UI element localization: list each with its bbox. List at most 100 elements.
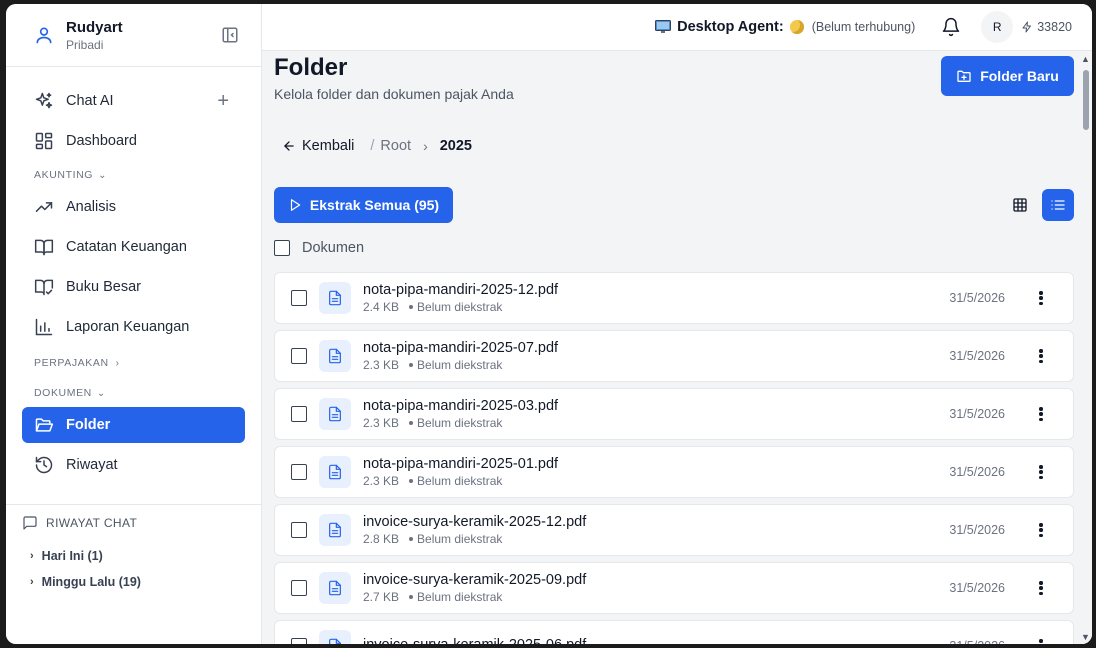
- chevron-right-icon: ›: [423, 138, 428, 154]
- sidebar-item-dashboard[interactable]: Dashboard: [22, 123, 245, 159]
- sidebar-nav: Chat AI + Dashboard AKUNTING ⌄ Analisis C…: [6, 67, 261, 483]
- section-dokumen[interactable]: DOKUMEN ⌄: [22, 381, 245, 405]
- section-akunting[interactable]: AKUNTING ⌄: [22, 163, 245, 187]
- grid-view-button[interactable]: [1004, 189, 1036, 221]
- file-name: nota-pipa-mandiri-2025-01.pdf: [363, 456, 559, 472]
- more-vertical-icon[interactable]: [1035, 348, 1047, 364]
- file-info: 2.3 KB Belum diekstrak: [363, 416, 558, 430]
- more-vertical-icon[interactable]: [1035, 638, 1047, 644]
- table-row[interactable]: invoice-surya-keramik-2025-12.pdf 2.8 KB…: [274, 504, 1074, 556]
- row-checkbox[interactable]: [291, 580, 307, 596]
- breadcrumb-separator: /: [370, 138, 375, 154]
- row-checkbox[interactable]: [291, 406, 307, 422]
- more-vertical-icon[interactable]: [1035, 406, 1047, 422]
- sidebar-item-laporan-keuangan[interactable]: Laporan Keuangan: [22, 309, 245, 345]
- extract-all-button[interactable]: Ekstrak Semua (95): [274, 187, 453, 223]
- file-icon: [319, 572, 351, 604]
- section-perpajakan[interactable]: PERPAJAKAN ›: [22, 351, 245, 375]
- sidebar-item-riwayat[interactable]: Riwayat: [22, 447, 245, 483]
- history-icon: [35, 456, 53, 474]
- scrollbar[interactable]: ▲ ▼: [1080, 52, 1092, 644]
- table-row[interactable]: nota-pipa-mandiri-2025-01.pdf 2.3 KB Bel…: [274, 446, 1074, 498]
- row-checkbox[interactable]: [291, 290, 307, 306]
- sidebar-item-label: Riwayat: [66, 457, 118, 473]
- new-folder-label: Folder Baru: [980, 68, 1059, 84]
- new-chat-plus-icon[interactable]: +: [217, 90, 229, 113]
- file-info: 2.3 KB Belum diekstrak: [363, 474, 558, 488]
- file-date: 31/5/2026: [949, 349, 1005, 363]
- chat-group-today[interactable]: › Hari Ini (1): [22, 543, 245, 569]
- row-checkbox[interactable]: [291, 348, 307, 364]
- file-icon: [319, 456, 351, 488]
- trending-up-icon: [35, 202, 53, 212]
- table-row[interactable]: nota-pipa-mandiri-2025-12.pdf 2.4 KB Bel…: [274, 272, 1074, 324]
- grid-icon: [1013, 198, 1027, 212]
- breadcrumb-root[interactable]: Root: [380, 138, 411, 154]
- page-title: Folder: [274, 54, 348, 81]
- chevron-down-icon: ⌄: [96, 387, 106, 399]
- section-label: AKUNTING: [34, 169, 94, 181]
- folder-open-icon: [35, 418, 54, 432]
- scrollbar-thumb[interactable]: [1083, 70, 1089, 130]
- chat-group-last-week[interactable]: › Minggu Lalu (19): [22, 569, 245, 595]
- sidebar-item-buku-besar[interactable]: Buku Besar: [22, 269, 245, 305]
- more-vertical-icon[interactable]: [1035, 464, 1047, 480]
- more-vertical-icon[interactable]: [1035, 290, 1047, 306]
- extraction-status: Belum diekstrak: [417, 416, 503, 430]
- collapse-sidebar-icon[interactable]: [221, 26, 239, 44]
- file-name: invoice-surya-keramik-2025-09.pdf: [363, 572, 587, 588]
- file-size: 2.3 KB: [363, 358, 400, 372]
- chevron-right-icon: ›: [30, 550, 34, 562]
- credits-value: 33820: [1037, 20, 1072, 34]
- sidebar-item-analisis[interactable]: Analisis: [22, 189, 245, 225]
- file-info: 2.4 KB Belum diekstrak: [363, 300, 558, 314]
- table-row[interactable]: nota-pipa-mandiri-2025-07.pdf 2.3 KB Bel…: [274, 330, 1074, 382]
- sidebar-item-catatan-keuangan[interactable]: Catatan Keuangan: [22, 229, 245, 265]
- file-info: 2.8 KB Belum diekstrak: [363, 532, 586, 546]
- sidebar-item-label: Catatan Keuangan: [66, 239, 187, 255]
- new-folder-button[interactable]: Folder Baru: [941, 56, 1074, 96]
- table-row[interactable]: nota-pipa-mandiri-2025-03.pdf 2.3 KB Bel…: [274, 388, 1074, 440]
- sidebar-item-folder[interactable]: Folder: [22, 407, 245, 443]
- file-icon: [319, 398, 351, 430]
- breadcrumb: Kembali / Root › 2025: [282, 138, 472, 154]
- sidebar-item-label: Analisis: [66, 199, 116, 215]
- zap-icon: [1022, 21, 1032, 33]
- select-all-checkbox[interactable]: [274, 240, 290, 256]
- view-toggle: [998, 189, 1074, 221]
- list-header-label: Dokumen: [302, 240, 365, 256]
- user-profile[interactable]: Rudyart Pribadi: [6, 4, 261, 67]
- scroll-up-icon[interactable]: ▲: [1081, 54, 1090, 64]
- file-icon: [319, 514, 351, 546]
- sidebar-item-label: Buku Besar: [66, 279, 141, 295]
- dashboard-icon: [35, 132, 53, 150]
- bell-icon[interactable]: [941, 17, 961, 37]
- row-checkbox[interactable]: [291, 638, 307, 644]
- file-size: 2.7 KB: [363, 590, 400, 604]
- moon-icon: [789, 20, 804, 34]
- file-meta: nota-pipa-mandiri-2025-01.pdf 2.3 KB Bel…: [363, 456, 558, 488]
- book-check-icon: [34, 279, 54, 296]
- file-icon: [319, 340, 351, 372]
- extraction-status: Belum diekstrak: [417, 590, 503, 604]
- sidebar-item-label: Laporan Keuangan: [66, 319, 190, 335]
- desktop-agent-status[interactable]: Desktop Agent: (Belum terhubung): [655, 19, 915, 35]
- row-checkbox[interactable]: [291, 522, 307, 538]
- sidebar-item-chat-ai[interactable]: Chat AI +: [22, 83, 245, 119]
- avatar[interactable]: R: [981, 11, 1014, 43]
- extraction-status: Belum diekstrak: [417, 300, 503, 314]
- book-open-icon: [34, 239, 54, 256]
- main-area: Desktop Agent: (Belum terhubung) R 33820…: [262, 4, 1092, 644]
- more-vertical-icon[interactable]: [1035, 580, 1047, 596]
- more-vertical-icon[interactable]: [1035, 522, 1047, 538]
- table-row[interactable]: invoice-surya-keramik-2025-09.pdf 2.7 KB…: [274, 562, 1074, 614]
- page-subtitle: Kelola folder dan dokumen pajak Anda: [274, 86, 514, 102]
- row-checkbox[interactable]: [291, 464, 307, 480]
- back-button[interactable]: Kembali: [282, 138, 354, 154]
- document-list: nota-pipa-mandiri-2025-12.pdf 2.4 KB Bel…: [274, 272, 1074, 644]
- file-size: 2.3 KB: [363, 474, 400, 488]
- scroll-down-icon[interactable]: ▼: [1081, 632, 1090, 642]
- table-row[interactable]: invoice-surya-keramik-2025-06.pdf 31/5/2…: [274, 620, 1074, 644]
- topbar: Desktop Agent: (Belum terhubung) R 33820: [262, 4, 1092, 51]
- list-view-button[interactable]: [1042, 189, 1074, 221]
